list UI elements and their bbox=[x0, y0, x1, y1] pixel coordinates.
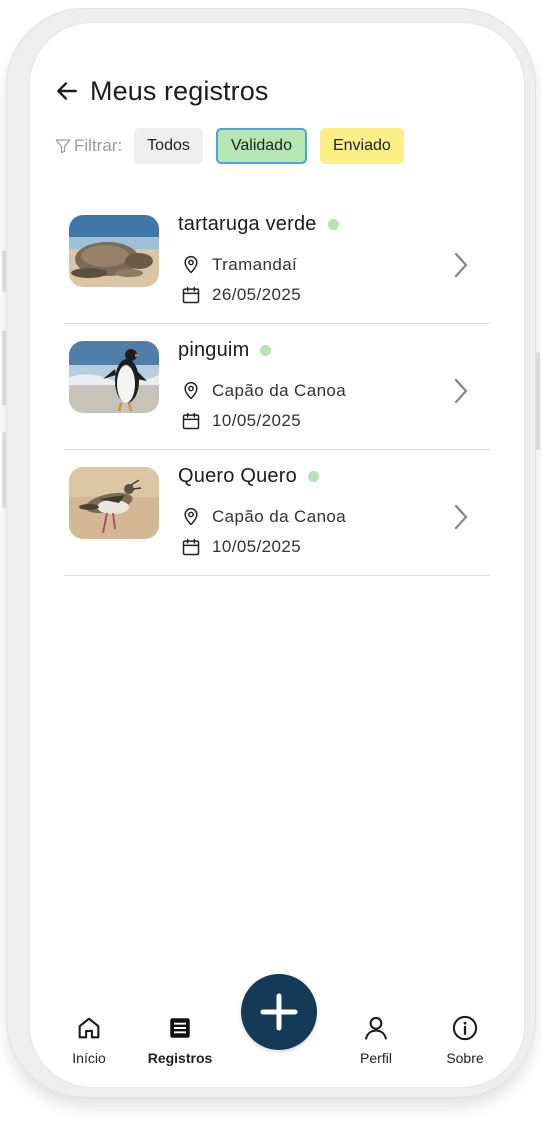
filter-icon bbox=[55, 139, 71, 154]
calendar-icon bbox=[180, 284, 202, 306]
home-icon bbox=[74, 1013, 104, 1043]
phone-screen: Meus registros Filtrar: Todos Validado E… bbox=[30, 23, 524, 1087]
info-icon bbox=[450, 1013, 480, 1043]
record-location-row: Capão da Canoa bbox=[180, 506, 346, 528]
filter-chip-todos[interactable]: Todos bbox=[134, 128, 203, 164]
record-thumbnail-turtle bbox=[69, 215, 159, 287]
nav-label: Perfil bbox=[360, 1050, 392, 1066]
location-pin-icon bbox=[180, 380, 202, 402]
phone-frame: Meus registros Filtrar: Todos Validado E… bbox=[6, 8, 536, 1098]
list-icon bbox=[165, 1013, 195, 1043]
chevron-right-icon[interactable] bbox=[450, 251, 472, 279]
status-dot bbox=[327, 219, 339, 230]
record-thumbnail-lapwing bbox=[69, 467, 159, 539]
filter-chip-validado[interactable]: Validado bbox=[215, 128, 307, 164]
status-dot bbox=[260, 345, 272, 356]
page-title: Meus registros bbox=[90, 75, 269, 106]
record-title-row: Quero Quero bbox=[178, 465, 319, 488]
nav-item-registros[interactable]: Registros bbox=[140, 1013, 220, 1066]
record-location: Capão da Canoa bbox=[212, 507, 347, 526]
location-pin-icon bbox=[180, 506, 202, 528]
status-dot bbox=[307, 471, 319, 482]
record-name: pinguim bbox=[178, 339, 250, 361]
record-title-row: pinguim bbox=[178, 339, 272, 362]
filter-chip-enviado[interactable]: Enviado bbox=[319, 128, 404, 164]
calendar-icon bbox=[180, 410, 202, 432]
location-pin-icon bbox=[180, 254, 202, 276]
record-date: 26/05/2025 bbox=[212, 285, 302, 304]
record-item[interactable]: Quero Quero Capão da Canoa 10/05/2025 bbox=[64, 450, 490, 576]
record-location-row: Capão da Canoa bbox=[180, 380, 346, 402]
nav-label: Sobre bbox=[446, 1050, 484, 1066]
record-date: 10/05/2025 bbox=[212, 537, 302, 556]
record-item[interactable]: tartaruga verde Tramandaí 26/05/2025 bbox=[64, 198, 490, 324]
records-list: tartaruga verde Tramandaí 26/05/2025 pin… bbox=[64, 198, 490, 576]
chevron-right-icon[interactable] bbox=[450, 503, 472, 531]
nav-item-perfil[interactable]: Perfil bbox=[336, 1013, 416, 1066]
nav-label: Registros bbox=[147, 1050, 213, 1066]
back-button[interactable] bbox=[52, 76, 82, 106]
nav-item-sobre[interactable]: Sobre bbox=[425, 1013, 505, 1066]
record-date: 10/05/2025 bbox=[212, 411, 302, 430]
record-location: Capão da Canoa bbox=[212, 381, 347, 400]
app-header: Meus registros bbox=[52, 73, 268, 109]
record-item[interactable]: pinguim Capão da Canoa 10/05/2025 bbox=[64, 324, 490, 450]
chevron-right-icon[interactable] bbox=[450, 377, 472, 405]
record-name: tartaruga verde bbox=[178, 213, 317, 235]
user-icon bbox=[361, 1013, 391, 1043]
nav-label: Início bbox=[72, 1050, 106, 1066]
record-date-row: 26/05/2025 bbox=[180, 284, 301, 306]
record-title-row: tartaruga verde bbox=[178, 213, 339, 236]
filter-label-group: Filtrar: bbox=[54, 136, 122, 156]
record-thumbnail-penguin bbox=[69, 341, 159, 413]
calendar-icon bbox=[180, 536, 202, 558]
bottom-navigation: Início Registros Perfil Sobre bbox=[30, 1013, 524, 1073]
record-location: Tramandaí bbox=[212, 255, 298, 274]
record-date-row: 10/05/2025 bbox=[180, 536, 301, 558]
record-location-row: Tramandaí bbox=[180, 254, 297, 276]
nav-item-inicio[interactable]: Início bbox=[49, 1013, 129, 1066]
arrow-left-icon bbox=[57, 82, 77, 100]
phone-side-button bbox=[536, 352, 540, 450]
record-name: Quero Quero bbox=[178, 465, 297, 487]
filter-bar: Filtrar: Todos Validado Enviado bbox=[54, 128, 417, 164]
filter-label: Filtrar: bbox=[74, 136, 123, 155]
record-date-row: 10/05/2025 bbox=[180, 410, 301, 432]
